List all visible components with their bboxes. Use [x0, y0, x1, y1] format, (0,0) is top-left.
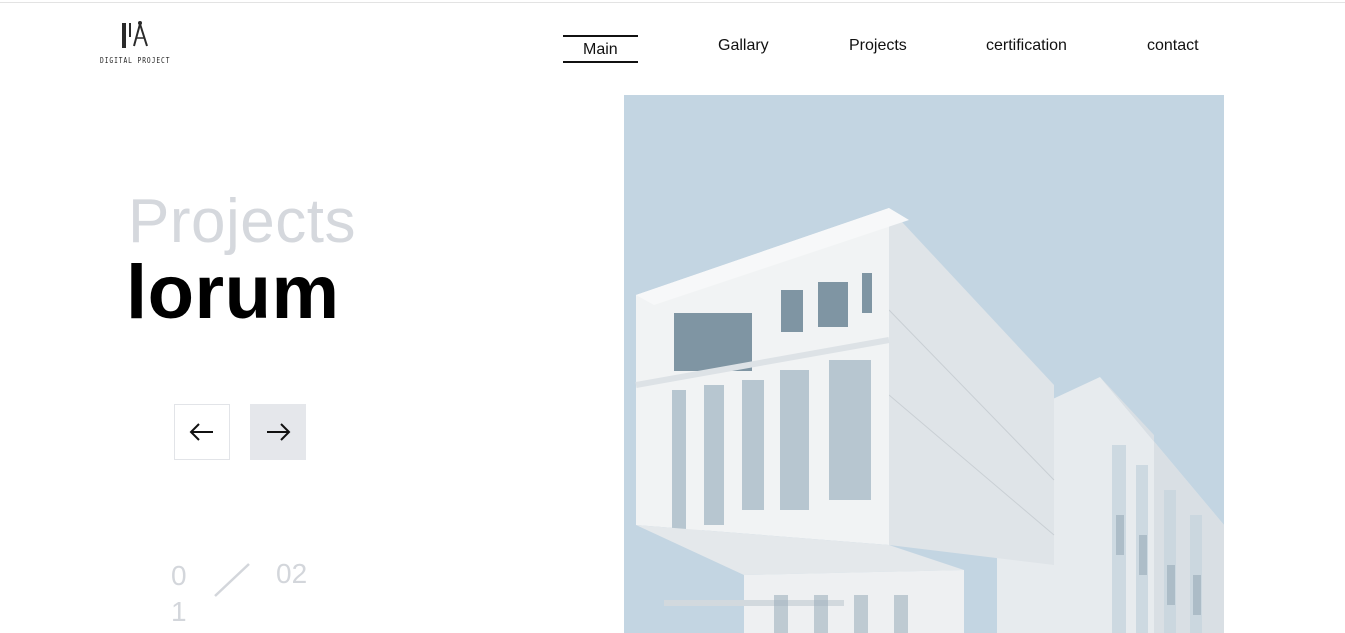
top-divider	[0, 2, 1345, 3]
brand-logo[interactable]: DIGITAL PROJECT	[100, 20, 170, 68]
nav-item-gallary[interactable]: Gallary	[718, 37, 769, 55]
hero-subtitle: Projects	[128, 187, 356, 256]
logo-text: DIGITAL PROJECT	[100, 56, 171, 65]
nav-item-main[interactable]: Main	[563, 35, 638, 63]
pager-total: 02	[276, 558, 308, 589]
nav-item-projects[interactable]: Projects	[849, 37, 907, 55]
pager-current: 01	[171, 560, 187, 627]
logo-mark-icon	[122, 21, 148, 48]
arrow-right-icon	[267, 423, 291, 441]
building-photo	[624, 95, 1224, 633]
arrow-left-icon	[189, 423, 213, 441]
hero-title: lorum	[126, 250, 340, 335]
slash-divider-icon	[214, 563, 250, 597]
building-illustration	[624, 95, 1224, 633]
nav-item-contact[interactable]: contact	[1147, 37, 1199, 55]
nav-item-certification[interactable]: certification	[986, 37, 1067, 55]
next-slide-button[interactable]	[250, 404, 306, 460]
prev-slide-button[interactable]	[174, 404, 230, 460]
